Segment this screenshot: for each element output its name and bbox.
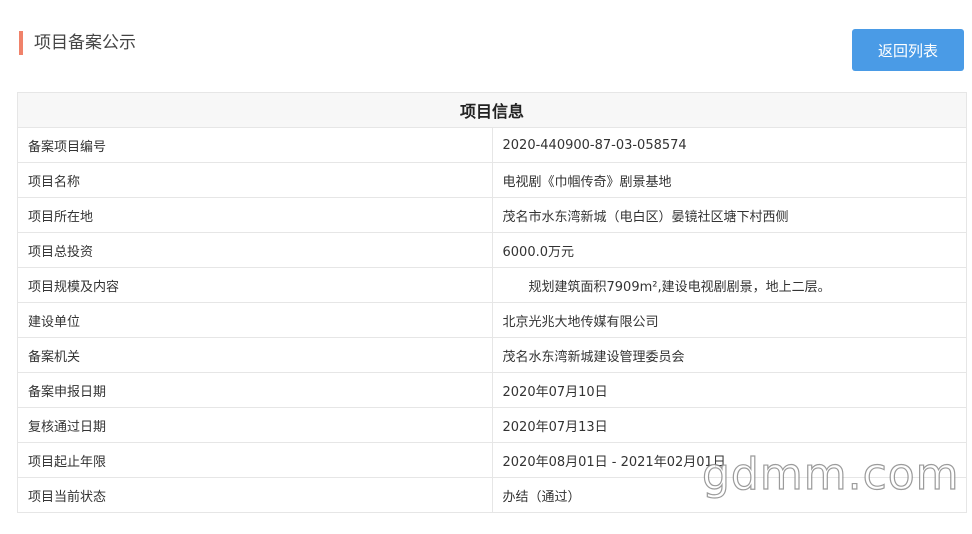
page-title: 项目备案公示: [34, 33, 136, 53]
table-row: 项目规模及内容 规划建筑面积7909m²,建设电视剧剧景，地上二层。: [17, 267, 967, 303]
table-row: 建设单位 北京光兆大地传媒有限公司: [17, 302, 967, 338]
row-label: 备案项目编号: [17, 127, 493, 163]
row-label: 备案申报日期: [17, 372, 493, 408]
table-row: 项目所在地 茂名市水东湾新城（电白区）晏镜社区塘下村西侧: [17, 197, 967, 233]
back-to-list-button[interactable]: 返回列表: [852, 29, 964, 71]
table-row: 项目当前状态 办结（通过）: [17, 477, 967, 513]
table-row: 备案项目编号 2020-440900-87-03-058574: [17, 127, 967, 163]
row-value: 2020年07月13日: [491, 407, 967, 443]
table-row: 备案机关 茂名水东湾新城建设管理委员会: [17, 337, 967, 373]
row-value: 办结（通过）: [491, 477, 967, 513]
table-row: 项目总投资 6000.0万元: [17, 232, 967, 268]
table-row: 复核通过日期 2020年07月13日: [17, 407, 967, 443]
table-row: 备案申报日期 2020年07月10日: [17, 372, 967, 408]
table-heading: 项目信息: [17, 92, 967, 128]
title-accent-bar: [19, 31, 23, 55]
row-label: 项目当前状态: [17, 477, 493, 513]
row-value: 6000.0万元: [491, 232, 967, 268]
table-heading-row: 项目信息: [17, 92, 967, 128]
row-label: 项目起止年限: [17, 442, 493, 478]
row-label: 建设单位: [17, 302, 493, 338]
row-value: 规划建筑面积7909m²,建设电视剧剧景，地上二层。: [491, 267, 967, 303]
table-row: 项目名称 电视剧《巾帼传奇》剧景基地: [17, 162, 967, 198]
project-info-table: 项目信息 备案项目编号 2020-440900-87-03-058574 项目名…: [17, 92, 967, 513]
page-header: 项目备案公示 返回列表: [0, 0, 972, 90]
table-row: 项目起止年限 2020年08月01日 - 2021年02月01日: [17, 442, 967, 478]
row-label: 复核通过日期: [17, 407, 493, 443]
row-value: 北京光兆大地传媒有限公司: [491, 302, 967, 338]
row-label: 项目规模及内容: [17, 267, 493, 303]
row-label: 项目所在地: [17, 197, 493, 233]
row-label: 项目总投资: [17, 232, 493, 268]
row-label: 备案机关: [17, 337, 493, 373]
row-value: 茂名市水东湾新城（电白区）晏镜社区塘下村西侧: [491, 197, 967, 233]
row-label: 项目名称: [17, 162, 493, 198]
row-value: 2020年07月10日: [491, 372, 967, 408]
row-value: 2020-440900-87-03-058574: [491, 127, 967, 163]
row-value: 2020年08月01日 - 2021年02月01日: [491, 442, 967, 478]
row-value: 茂名水东湾新城建设管理委员会: [491, 337, 967, 373]
row-value: 电视剧《巾帼传奇》剧景基地: [491, 162, 967, 198]
